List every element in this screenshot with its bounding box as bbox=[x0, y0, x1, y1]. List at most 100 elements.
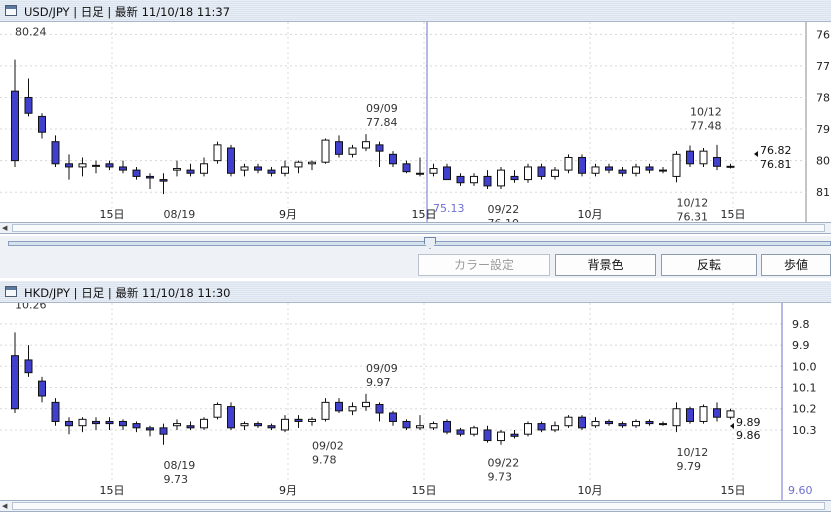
scroll-thumb[interactable] bbox=[12, 502, 825, 510]
candle-body-up bbox=[591, 420, 600, 427]
button-bar: カラー設定 背景色 反転 歩値 bbox=[0, 252, 831, 278]
candle-body-down bbox=[294, 418, 303, 422]
candle-body-up bbox=[672, 153, 681, 177]
annotation-value: 76.31 bbox=[677, 210, 709, 222]
candle-body-up bbox=[321, 401, 330, 420]
zoom-slider[interactable] bbox=[0, 236, 831, 252]
tick-value-button[interactable]: 歩値 bbox=[761, 254, 831, 276]
candle-body-down bbox=[335, 141, 343, 155]
candle-body-down bbox=[105, 420, 114, 425]
candle-body-up bbox=[78, 418, 87, 427]
hkd-jpy-chart[interactable]: 10.3 10.2 10.1 10.0 9.9 9.8 15日 9月 15日 10月 15日 9.60… bbox=[0, 303, 831, 500]
candle-body-up bbox=[281, 166, 289, 174]
candle-body-up bbox=[213, 403, 222, 418]
usd-jpy-titlebar: USD/JPY | 日足 | 最新 11/10/18 11:37 bbox=[0, 0, 831, 22]
usd-jpy-scrollbar[interactable]: ◀ bbox=[0, 222, 831, 234]
candle-body-down bbox=[402, 420, 411, 429]
x-tick-label: 15日 bbox=[721, 208, 746, 221]
hkd-jpy-title: HKD/JPY | 日足 | 最新 11/10/18 11:30 bbox=[24, 286, 231, 300]
candle-body-down bbox=[726, 165, 735, 168]
scroll-left-icon[interactable]: ◀ bbox=[2, 502, 10, 510]
candle-body-up bbox=[524, 166, 532, 181]
candle-body-down bbox=[645, 166, 654, 171]
candle-body-up bbox=[173, 168, 181, 171]
scroll-thumb[interactable] bbox=[12, 224, 825, 232]
candle-body-up bbox=[699, 150, 708, 165]
candle-body-down bbox=[510, 433, 519, 437]
candle-body-down bbox=[159, 179, 168, 182]
x-tick-label: 15日 bbox=[412, 484, 437, 497]
candle-body-down bbox=[186, 169, 195, 174]
hkd-jpy-scrollbar[interactable]: ◀ bbox=[0, 500, 831, 512]
candle-body-down bbox=[537, 166, 546, 177]
candle-body-up bbox=[429, 168, 438, 174]
window-icon bbox=[5, 5, 17, 16]
candle-body-up bbox=[213, 144, 222, 162]
candle-body-up bbox=[659, 169, 667, 172]
slider-track[interactable] bbox=[8, 241, 831, 246]
candle-body-down bbox=[254, 423, 262, 427]
candle-body-down bbox=[105, 163, 114, 168]
annotation-value: 77.48 bbox=[690, 119, 722, 132]
y-tick-label: 9.8 bbox=[792, 318, 810, 331]
annotation-date: 09/09 bbox=[366, 362, 398, 375]
candle-body-down bbox=[267, 425, 276, 429]
background-color-button[interactable]: 背景色 bbox=[555, 254, 656, 276]
usd-jpy-chart[interactable]: 81807978777615日9月15日10月15日75.1308/0480.2… bbox=[0, 22, 831, 222]
candle-body-up bbox=[281, 418, 289, 431]
candle-body-down bbox=[146, 175, 154, 179]
y-tick-label: 10.3 bbox=[792, 424, 817, 437]
annotation-date: 09/22 bbox=[488, 203, 520, 216]
annotation-value: 9.73 bbox=[488, 471, 513, 484]
x-tick-label: 15日 bbox=[100, 208, 125, 221]
annotation-date: 10/12 bbox=[677, 446, 709, 459]
candle-body-up bbox=[92, 164, 100, 167]
candle-body-up bbox=[564, 416, 573, 427]
candle-body-down bbox=[11, 355, 19, 410]
candle-body-down bbox=[38, 380, 46, 397]
annotation-date: 09/22 bbox=[488, 457, 520, 470]
y-tick-label: 79 bbox=[816, 123, 830, 136]
last-value-label: 76.82 bbox=[760, 144, 792, 157]
y-tick-label: 81 bbox=[816, 186, 830, 199]
candle-body-down bbox=[686, 150, 694, 165]
candle-body-down bbox=[389, 153, 397, 165]
x-tick-label: 10月 bbox=[578, 208, 603, 221]
candle-body-up bbox=[200, 418, 208, 429]
plot-area bbox=[0, 303, 782, 500]
y-tick-label: 78 bbox=[816, 91, 830, 104]
candle-body-up bbox=[497, 431, 505, 442]
y-tick-label: 10.0 bbox=[792, 360, 817, 373]
candle-body-up bbox=[173, 423, 181, 427]
annotation-value: 77.84 bbox=[366, 116, 398, 129]
annotation-date: 08/04 bbox=[15, 22, 47, 23]
annotation-date: 10/12 bbox=[690, 105, 722, 118]
slider-knob[interactable] bbox=[424, 237, 436, 249]
candle-body-up bbox=[348, 147, 357, 155]
annotation-value: 80.24 bbox=[15, 26, 47, 39]
annotation-date: 10/12 bbox=[677, 196, 709, 209]
candle-body-down bbox=[645, 420, 654, 425]
annotation-value: 10.26 bbox=[15, 303, 47, 311]
candle-body-down bbox=[24, 359, 33, 374]
candle-body-down bbox=[483, 175, 492, 187]
annotation-date: 09/02 bbox=[312, 440, 344, 453]
candle-body-down bbox=[119, 166, 127, 171]
candle-body-up bbox=[78, 163, 87, 168]
candle-body-down bbox=[456, 429, 465, 435]
annotation-value: 9.78 bbox=[312, 454, 337, 467]
candle-body-down bbox=[389, 412, 397, 422]
x-tick-label: 10月 bbox=[578, 484, 603, 497]
candle-body-down bbox=[227, 147, 235, 174]
candle-body-up bbox=[632, 420, 640, 427]
scroll-left-icon[interactable]: ◀ bbox=[2, 224, 10, 232]
invert-button[interactable]: 反転 bbox=[661, 254, 757, 276]
annotation-value: 9.73 bbox=[164, 473, 189, 486]
candle-body-down bbox=[51, 141, 60, 165]
candle-body-up bbox=[362, 401, 370, 408]
y-tick-label: 10.2 bbox=[792, 403, 817, 416]
last-value-label: 9.86 bbox=[736, 429, 761, 442]
candle-body-up bbox=[470, 175, 478, 184]
candle-body-up bbox=[240, 166, 249, 171]
color-settings-button[interactable]: カラー設定 bbox=[418, 254, 550, 276]
